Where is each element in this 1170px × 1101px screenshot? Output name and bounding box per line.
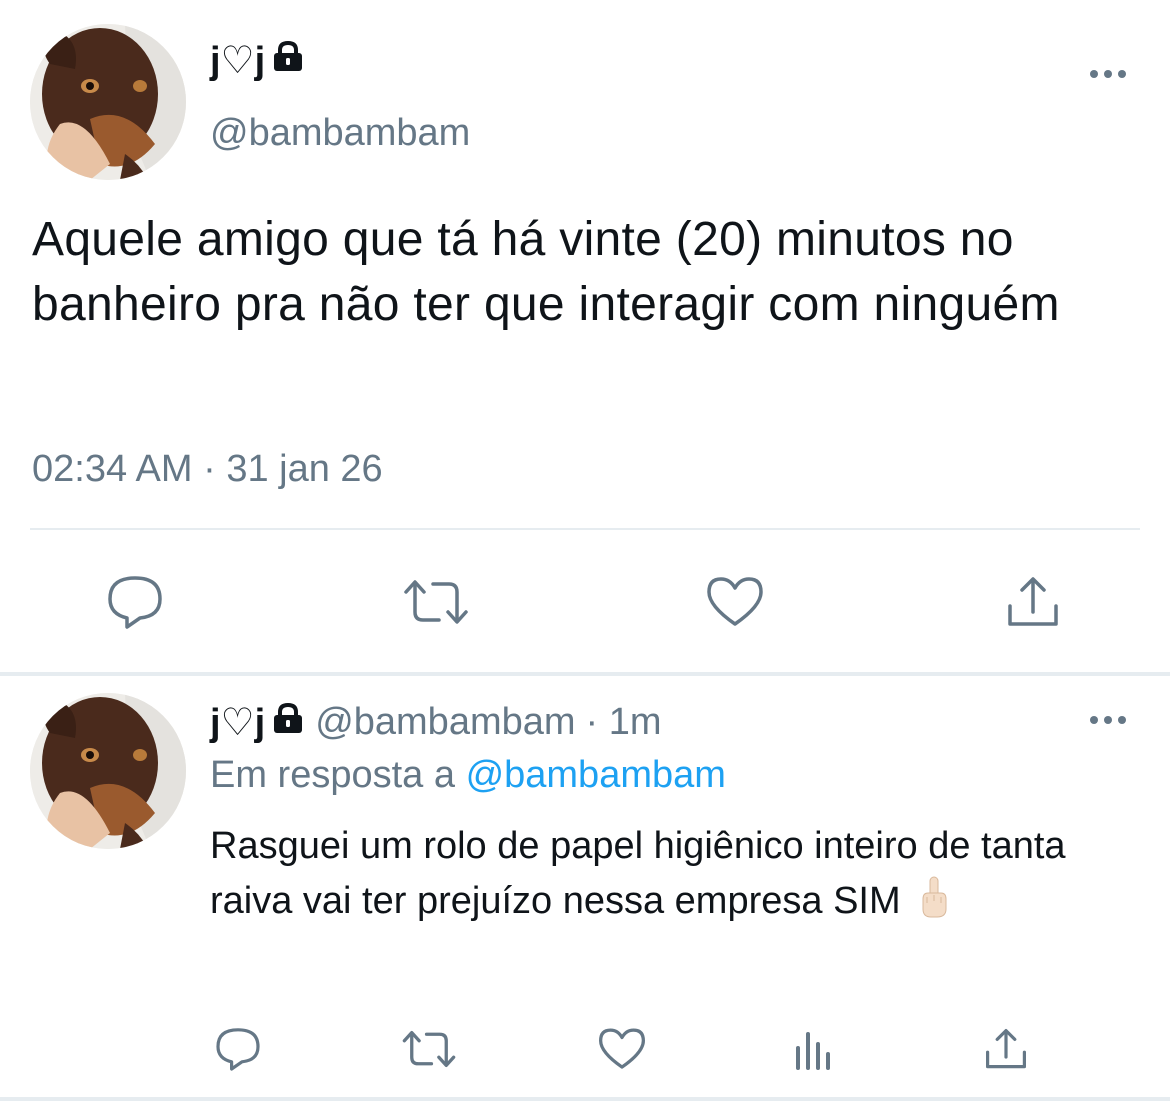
retweet-icon (404, 580, 468, 624)
reply-button[interactable] (100, 570, 170, 634)
author-name-text: j♡j (210, 40, 266, 82)
reply-author-name-text: j♡j (210, 702, 266, 744)
dog-avatar-image (30, 24, 186, 180)
bottom-divider (0, 1097, 1170, 1101)
reply-retweet-button[interactable] (398, 1022, 460, 1076)
like-button[interactable] (702, 570, 768, 634)
share-icon (1008, 577, 1058, 626)
reply-to-mention-link[interactable]: @bambambam (466, 754, 726, 796)
reply-to-line: Em resposta a @bambambam (210, 754, 726, 797)
reply-author-handle[interactable]: @bambambam (315, 701, 575, 744)
section-divider (0, 672, 1170, 676)
like-icon (599, 1028, 645, 1069)
analytics-icon (796, 1032, 830, 1070)
lock-icon (271, 701, 305, 744)
retweet-icon (402, 1030, 456, 1068)
retweet-button[interactable] (398, 570, 474, 634)
like-icon (707, 577, 763, 626)
share-icon (986, 1029, 1026, 1069)
author-name[interactable]: j♡j (210, 38, 305, 83)
author-handle[interactable]: @bambambam (210, 112, 470, 155)
reply-reply-button[interactable] (210, 1022, 266, 1076)
tweet-timestamp[interactable]: 02:34 AM · 31 jan 26 (32, 448, 383, 491)
reply-icon (216, 1028, 260, 1071)
more-icon[interactable] (1090, 70, 1126, 78)
reply-tweet-text: Rasguei um rolo de papel higiênico intei… (210, 819, 1140, 935)
reply-author-avatar[interactable] (30, 693, 186, 849)
reply-age: · 1m (585, 701, 662, 743)
reply-header: j♡j @bambambam · 1m (210, 700, 662, 745)
reply-analytics-button[interactable] (788, 1022, 838, 1076)
share-button[interactable] (1000, 570, 1066, 634)
reply-icon (108, 576, 162, 629)
reply-share-button[interactable] (978, 1022, 1034, 1076)
author-avatar[interactable] (30, 24, 186, 180)
reply-to-label: Em resposta a (210, 754, 455, 796)
dog-avatar-image (30, 693, 186, 849)
divider (30, 528, 1140, 530)
reply-like-button[interactable] (594, 1022, 650, 1076)
lock-icon (271, 39, 305, 82)
reply-author-name[interactable]: j♡j (210, 700, 305, 745)
middle-finger-emoji-icon (919, 875, 949, 935)
reply-more-icon[interactable] (1090, 716, 1126, 724)
tweet-text: Aquele amigo que tá há vinte (20) minuto… (32, 213, 1060, 331)
